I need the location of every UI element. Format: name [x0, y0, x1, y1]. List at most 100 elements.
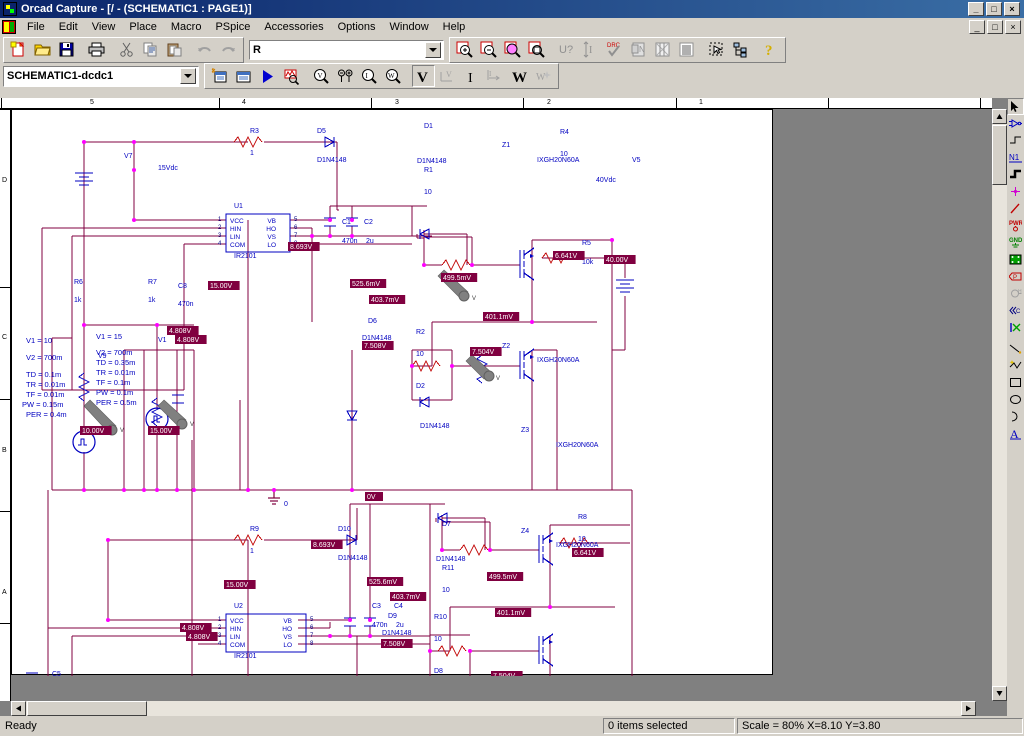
place-junction-tool[interactable] [1007, 183, 1024, 200]
svg-text:D1N4148: D1N4148 [338, 555, 368, 562]
scroll-right-button[interactable] [961, 701, 976, 716]
new-icon[interactable] [7, 38, 30, 61]
place-port-tool[interactable]: P [1007, 268, 1024, 285]
view-simulation-results-icon[interactable] [280, 65, 303, 87]
cut-icon[interactable] [115, 38, 138, 61]
ruler-left-label-C: C [2, 334, 8, 341]
vertical-scroll-thumb[interactable] [992, 125, 1007, 185]
scroll-up-button[interactable] [992, 109, 1007, 124]
status-selection-count: 0 items selected [603, 718, 735, 734]
schematic-sheet[interactable]: R3 1 D5 D1N4148 D1 D1N4148 R1 10 R2 10 D2 D1N4… [11, 109, 774, 676]
select-tool[interactable] [1007, 98, 1024, 115]
horizontal-scrollbar[interactable] [11, 701, 976, 716]
bias-voltage-value: 499.5mV [489, 574, 517, 581]
mdi-minimize-button[interactable]: _ [969, 20, 985, 34]
place-ellipse-tool[interactable] [1007, 391, 1024, 408]
menu-pspice[interactable]: PSpice [208, 19, 257, 35]
bias-voltage-value: 401.1mV [497, 610, 525, 617]
place-part-tool[interactable] [1007, 115, 1024, 132]
print-icon[interactable] [85, 38, 108, 61]
schematic-canvas[interactable]: R3 1 D5 D1N4148 D1 D1N4148 R1 10 R2 10 D2 D1N4… [11, 109, 992, 701]
place-net-alias-tool[interactable]: N1 [1007, 149, 1024, 166]
menu-help[interactable]: Help [436, 19, 473, 35]
place-polyline-tool[interactable] [1007, 357, 1024, 374]
part-name-combo[interactable]: R [249, 39, 444, 60]
place-hierarchical-block-tool[interactable] [1007, 251, 1024, 268]
place-bus-tool[interactable] [1007, 166, 1024, 183]
svg-text:VS: VS [267, 234, 276, 241]
save-icon[interactable] [55, 38, 78, 61]
vertical-scrollbar[interactable] [992, 109, 1007, 701]
menu-place[interactable]: Place [122, 19, 164, 35]
svg-text:D5: D5 [317, 128, 326, 135]
bias-voltage-label: 7.504V [470, 347, 502, 356]
bias-voltage-value: 7.504V [493, 673, 516, 676]
current-marker-icon[interactable]: I [460, 65, 483, 87]
place-text-tool[interactable]: A [1007, 425, 1024, 442]
place-rectangle-tool[interactable] [1007, 374, 1024, 391]
simulation-profile-combo[interactable]: SCHEMATIC1-dcdc1 [3, 65, 199, 87]
place-no-connect-tool[interactable] [1007, 319, 1024, 336]
voltage-level-marker-icon[interactable]: V [412, 65, 435, 87]
menu-view[interactable]: View [85, 19, 123, 35]
menu-window[interactable]: Window [383, 19, 436, 35]
zoom-in-icon[interactable] [453, 38, 476, 61]
menu-accessories[interactable]: Accessories [257, 19, 330, 35]
copy-icon[interactable] [139, 38, 162, 61]
place-line-tool[interactable] [1007, 340, 1024, 357]
scroll-left-button[interactable] [11, 701, 26, 716]
mdi-close-button[interactable]: × [1005, 20, 1021, 34]
horizontal-scroll-thumb[interactable] [27, 701, 147, 716]
zoom-fit-icon[interactable] [525, 38, 548, 61]
place-power-tool[interactable]: PWR [1007, 217, 1024, 234]
run-icon[interactable] [256, 65, 279, 87]
svg-text:V7: V7 [124, 153, 133, 160]
zoom-area-icon[interactable] [501, 38, 524, 61]
bias-voltage-value: 15.00V [210, 283, 233, 290]
zoom-out-icon[interactable] [477, 38, 500, 61]
edit-simulation-settings-icon[interactable] [232, 65, 255, 87]
bias-voltage-value: 7.508V [364, 343, 387, 350]
schematic-drawing[interactable]: R31 D5D1N4148 D1D1N4148 R110 R210 D2D1N4… [12, 110, 774, 676]
bias-voltage-labels: 15.00V 8.693V 525.6mV 403.7mV 4.808V 4.808V 7.… [80, 242, 636, 676]
enable-bias-current-display-icon[interactable] [334, 65, 357, 87]
mdi-restore-button[interactable]: □ [987, 20, 1003, 34]
project-manager-icon[interactable] [729, 38, 752, 61]
place-off-page-connector-tool[interactable]: C [1007, 302, 1024, 319]
menu-options[interactable]: Options [331, 19, 383, 35]
watt-marker-icon[interactable]: W [508, 65, 531, 87]
svg-text:Z1: Z1 [502, 142, 510, 149]
place-ground-tool[interactable]: GND [1007, 234, 1024, 251]
place-bus-entry-tool[interactable] [1007, 200, 1024, 217]
svg-text:U?: U? [559, 44, 573, 56]
scroll-down-button[interactable] [992, 686, 1007, 701]
snap-to-grid-icon[interactable] [705, 38, 728, 61]
document-icon[interactable] [2, 20, 16, 34]
menu-file[interactable]: File [20, 19, 52, 35]
minimize-button[interactable]: _ [968, 2, 984, 16]
svg-text:2u: 2u [366, 238, 374, 245]
enable-bias-power-display-icon[interactable]: I [358, 65, 381, 87]
svg-text:R4: R4 [560, 129, 569, 136]
open-icon[interactable] [31, 38, 54, 61]
enable-bias-voltage-display-icon[interactable]: V [310, 65, 333, 87]
svg-text:TF = 0.1m: TF = 0.1m [96, 378, 130, 387]
close-button[interactable]: × [1004, 2, 1020, 16]
toggle-bias-display-icon[interactable]: W [382, 65, 405, 87]
new-simulation-profile-icon[interactable] [208, 65, 231, 87]
restore-button[interactable]: □ [986, 2, 1002, 16]
paste-icon[interactable] [163, 38, 186, 61]
chevron-down-icon[interactable] [425, 41, 441, 58]
svg-text:P: P [1013, 275, 1017, 281]
place-arc-tool[interactable] [1007, 408, 1024, 425]
svg-text:D1N4148: D1N4148 [362, 335, 392, 342]
svg-text:D1: D1 [424, 123, 433, 130]
place-wire-tool[interactable] [1007, 132, 1024, 149]
menu-edit[interactable]: Edit [52, 19, 85, 35]
svg-text:A: A [1010, 427, 1019, 440]
menu-macro[interactable]: Macro [164, 19, 209, 35]
svg-text:V: V [472, 296, 476, 302]
help-icon[interactable]: ? [759, 38, 782, 61]
ruler-top: 5 4 3 2 1 [0, 98, 992, 109]
chevron-down-icon-profile[interactable] [180, 68, 196, 84]
